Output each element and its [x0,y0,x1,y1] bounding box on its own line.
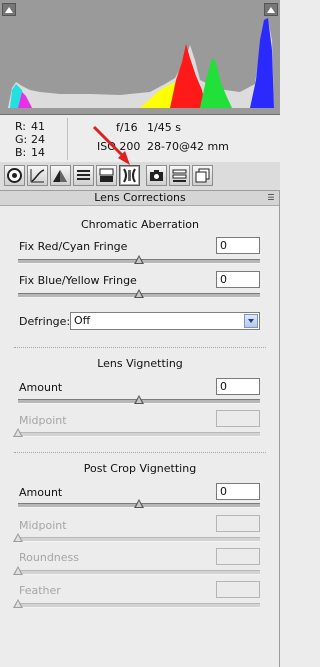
panel-title: Lens Corrections [94,191,186,204]
b-value: 14 [31,146,45,159]
detail-icon [53,170,67,182]
post-crop-feather-input [216,581,260,598]
highlight-clipping-toggle[interactable] [264,3,278,16]
post-crop-midpoint-thumb [13,533,23,542]
vignetting-amount-slider[interactable] [18,395,260,404]
snapshots-tab[interactable] [192,165,213,186]
defringe-dropdown[interactable]: Off [70,312,260,330]
shutter-speed: 1/45 s [147,121,181,134]
readout-g: G: 24 [15,133,55,147]
blue-yellow-slider[interactable] [18,289,260,298]
red-cyan-input[interactable]: 0 [216,237,260,254]
panel-menu-icon[interactable]: ☰ [266,193,276,202]
split-tone-icon [99,168,114,182]
vignetting-amount-thumb[interactable] [134,395,144,404]
lens-focal: 28-70@42 mm [147,140,229,153]
post-crop-feather-slider [13,599,260,608]
curve-icon [30,169,45,183]
panel-edge [279,191,280,667]
tone-curve-tab[interactable] [27,165,48,186]
panel-tabs [0,162,280,191]
lens-vignetting-title: Lens Vignetting [97,357,183,370]
post-crop-amount-input[interactable]: 0 [216,483,260,500]
defringe-label: Defringe: [19,315,71,328]
shadow-clipping-toggle[interactable] [2,3,16,16]
vignetting-midpoint-input [216,410,260,427]
readout-b: B: 14 [15,146,55,160]
lens-corrections-tab[interactable] [119,165,140,186]
post-crop-feather-thumb [13,599,23,608]
vignetting-midpoint-thumb [13,428,23,437]
iso: ISO 200 [97,140,141,153]
camera-calibration-tab[interactable] [146,165,167,186]
post-crop-midpoint-input [216,515,260,532]
basic-tab[interactable] [4,165,25,186]
r-label: R: [15,120,27,133]
blue-yellow-input[interactable]: 0 [216,271,260,288]
aperture-icon [7,168,22,183]
section-divider [14,452,266,453]
snapshots-icon [195,168,210,183]
b-label: B: [15,146,27,159]
hsl-icon [77,170,90,180]
post-crop-feather-label: Feather [19,584,61,597]
vignetting-amount-input[interactable]: 0 [216,378,260,395]
post-crop-vignetting-title: Post Crop Vignetting [83,462,197,475]
chevron-down-icon[interactable] [244,314,258,328]
g-value: 24 [31,133,45,146]
camera-icon [150,170,163,181]
presets-tab[interactable] [169,165,190,186]
split-toning-tab[interactable] [96,165,117,186]
post-crop-amount-label: Amount [19,486,63,499]
chromatic-aberration-title: Chromatic Aberration [81,218,199,231]
detail-tab[interactable] [50,165,71,186]
vignetting-midpoint-slider [13,428,260,437]
post-crop-midpoint-slider [13,533,260,542]
blue-yellow-thumb[interactable] [134,289,144,298]
aperture: f/16 [116,121,138,134]
post-crop-roundness-label: Roundness [19,551,80,564]
info-divider [67,118,68,160]
section-divider [14,347,266,348]
vignetting-midpoint-label: Midpoint [19,414,67,427]
r-value: 41 [31,120,45,133]
post-crop-roundness-thumb [13,566,23,575]
hsl-tab[interactable] [73,165,94,186]
lens-icon [123,168,136,183]
post-crop-roundness-input [216,548,260,565]
histogram-graph [0,0,280,114]
post-crop-amount-slider[interactable] [18,499,260,508]
g-label: G: [15,133,28,146]
readout-r: R: 41 [15,120,55,134]
post-crop-roundness-slider [13,566,260,575]
red-cyan-label: Fix Red/Cyan Fringe [19,240,128,253]
histogram [0,0,280,115]
red-cyan-slider[interactable] [18,255,260,264]
vignetting-amount-label: Amount [19,381,63,394]
blue-yellow-label: Fix Blue/Yellow Fringe [19,274,137,287]
red-cyan-thumb[interactable] [134,255,144,264]
image-info-bar: R: 41 G: 24 B: 14 f/16 1/45 s ISO 200 28-70… [0,115,280,163]
presets-icon [172,169,187,182]
post-crop-midpoint-label: Midpoint [19,519,67,532]
post-crop-amount-thumb[interactable] [134,499,144,508]
panel-header: Lens Corrections ☰ [0,191,280,206]
defringe-value: Off [74,314,91,327]
